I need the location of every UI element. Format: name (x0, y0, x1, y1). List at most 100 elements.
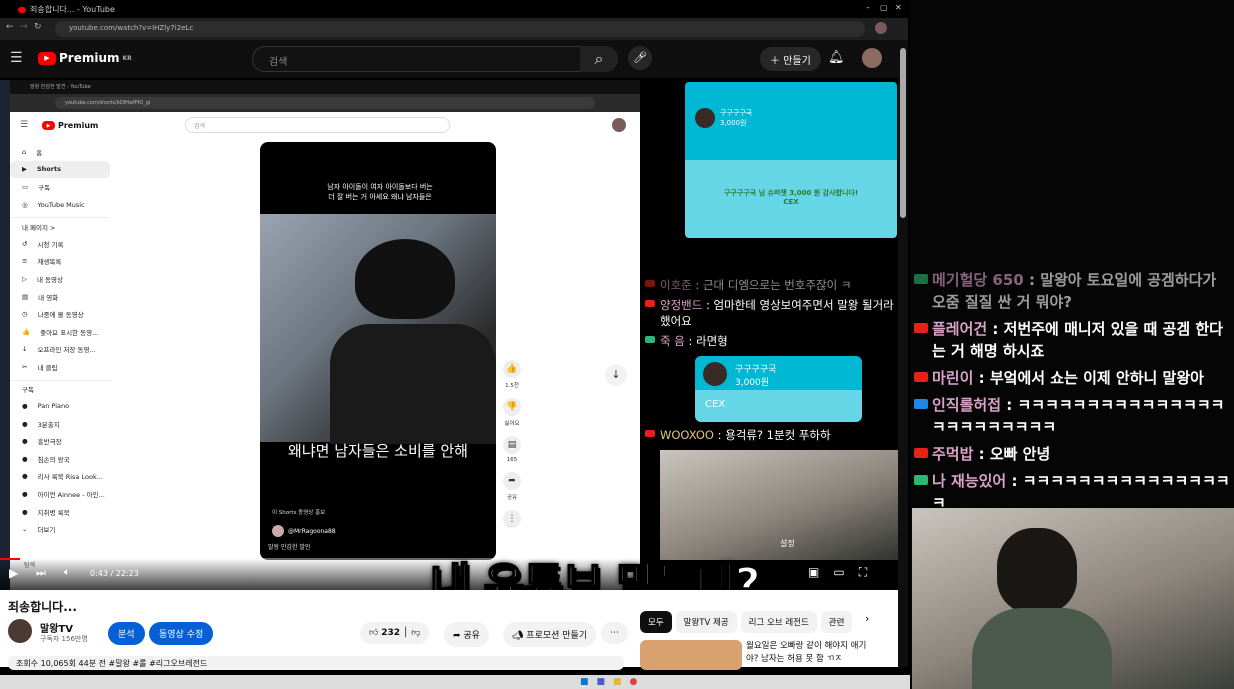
chat-badge-icon (914, 399, 928, 409)
menu-icon[interactable]: ☰ (10, 50, 23, 66)
shorts-scene (260, 214, 496, 444)
chat-message: 주먹밥 : 오빠 안녕 (910, 442, 1234, 469)
video-player[interactable]: 말왕 만감한 발견 - YouTube youtube.com/shorts/b… (0, 80, 640, 590)
shorts-video: 남자 아이돌이 여자 아이돌보다 버는 더 잘 버는 거 아세요 왜냐 남자들은… (260, 142, 496, 560)
inner-sidebar: ⌂ 홈 ▶ Shorts ▭ 구독 ◎ YouTube Music 내 페이지 > ↺ 시… (10, 143, 110, 538)
analytics-button[interactable]: 분석 (108, 622, 145, 645)
superchat-small: 구구구구국 3,000원 CEX (695, 356, 862, 422)
reload-icon[interactable]: ↻ (34, 22, 42, 32)
channel-name[interactable]: 말왕TV (40, 620, 73, 635)
video-title: 죄송합니다... (8, 600, 77, 614)
chrome-icon[interactable]: ● (630, 677, 638, 687)
chat-message: 메기헐당 650 : 말왕아 토요일에 공겜하다가 오줌 질질 싼 거 뭐야? (910, 268, 1234, 317)
shorts-promo: 이 Shorts 동영상 홍보 (272, 510, 326, 516)
browser-tab-strip: 죄송합니다... - YouTube – ▢ ✕ (0, 0, 908, 18)
chat-author: 주먹밥 (932, 445, 974, 463)
url-input[interactable]: youtube.com/watch?v=IHZly7i2eLc (55, 21, 865, 37)
superchat-avatar (695, 108, 715, 128)
chat-badge-icon (914, 448, 928, 458)
create-promotion-button[interactable]: 📣︎ 프로모션 만들기 (503, 622, 597, 647)
chat-author: 메기헐당 650 (932, 271, 1024, 289)
player-right-controls: ▣ ▭ ⛶ (808, 565, 867, 580)
youtube-header: ☰ ▶ Premium KR 검색 ⌕ 🎤︎ ＋ 만들기 🔔︎ (0, 40, 908, 78)
related-chips: 모두 말왕TV 제공 리그 오브 레전드 관련 (640, 610, 890, 633)
inner-avatar (612, 118, 626, 132)
maximize-button[interactable]: ▢ (880, 3, 888, 12)
close-window-button[interactable]: ✕ (895, 3, 902, 12)
chip[interactable]: 말왕TV 제공 (675, 611, 737, 633)
theater-icon[interactable]: ▭ (833, 565, 844, 580)
chat-author: 인직롤허접 (932, 396, 1002, 414)
share-button[interactable]: ➦ 공유 (444, 622, 489, 647)
shorts-channel: @MrRagoona88 (272, 525, 336, 537)
back-icon[interactable]: ← (6, 22, 14, 32)
video-description[interactable]: 조회수 10,065회 44분 전 #말왕 #롤 #리그오브레전드 (8, 656, 624, 670)
chat-author: 마린이 (932, 369, 974, 387)
inner-browser-tabs: 말왕 만감한 발견 - YouTube (10, 80, 640, 94)
profile-avatar[interactable] (875, 22, 887, 34)
video-info: 죄송합니다... 말왕TV 구독자 156만명 분석 동영상 수정 👍︎ 232… (0, 590, 908, 670)
next-icon[interactable]: ⏭ (36, 566, 46, 580)
play-icon[interactable]: ▶ (9, 566, 18, 580)
address-bar-row: ← → ↻ youtube.com/watch?v=IHZly7i2eLc (0, 18, 908, 40)
chip-all[interactable]: 모두 (640, 611, 672, 633)
inner-nav-music: ◎ YouTube Music (22, 200, 85, 209)
chip[interactable]: 리그 오브 레전드 (740, 611, 817, 633)
chip[interactable]: 관련 (820, 611, 853, 633)
shorts-subtitle: 왜냐면 남자들은 소비를 안해 (288, 442, 468, 460)
file-explorer-icon[interactable]: ■ (613, 677, 622, 687)
volume-icon[interactable]: 🔈︎ (64, 567, 70, 578)
chat-message: 마린이 : 부엌에서 쇼는 이제 안하니 말왕아 (910, 366, 1234, 393)
inner-menu-icon: ☰ (20, 120, 29, 130)
teams-icon[interactable]: ■ (597, 677, 606, 687)
chat-author: 플레어건 (932, 320, 988, 338)
browser-tab[interactable]: 죄송합니다... - YouTube (18, 3, 128, 16)
shorts-actions: 👍 1.5천 👎 싫어요 ▤ 165 ➦ 공유 ⋮ (501, 360, 523, 531)
youtube-logo[interactable]: ▶ Premium KR (38, 51, 132, 65)
inner-search-input: 검색 (185, 117, 450, 133)
chat-webcam: 설정 (660, 450, 900, 560)
chat-author: 나 재능있어 (932, 472, 1007, 490)
related-title[interactable]: 월요일은 오빠랑 같이 해야지 애기야? 남자는 허용 못 함 ㄲㅈ (746, 640, 870, 666)
microphone-icon[interactable]: 🎤︎ (628, 46, 652, 70)
channel-avatar[interactable] (8, 619, 32, 643)
more-actions-button[interactable]: ⋯ (601, 622, 628, 644)
edit-video-button[interactable]: 동영상 수정 (149, 622, 214, 645)
time-display: 0:43 / 22:23 (90, 569, 139, 578)
stream-chat-messages: 메기헐당 650 : 말왕아 토요일에 공겜하다가 오줌 질질 싼 거 뭐야? 플… (910, 268, 1234, 518)
inner-nav-shorts: ▶ Shorts (10, 160, 110, 179)
windows-start-icon[interactable]: ■ (580, 677, 589, 687)
related-thumbnail[interactable] (640, 640, 742, 670)
chat-message: 플레어건 : 저번주에 매니저 있을 때 공겜 한다는 거 해명 하시죠 (910, 317, 1234, 366)
minimize-button[interactable]: – (866, 3, 870, 12)
tab-title: 죄송합니다... - YouTube (30, 5, 115, 14)
inner-nav-subscriptions: ▭ 구독 (22, 182, 51, 192)
create-button[interactable]: ＋ 만들기 (760, 47, 821, 71)
taskbar: ■ ■ ■ ● (0, 675, 912, 689)
subscriber-count: 구독자 156만명 (40, 635, 88, 643)
like-dislike-button[interactable]: 👍︎ 232 │ 👎︎ (360, 622, 430, 644)
search-input[interactable]: 검색 (252, 46, 618, 72)
notifications-bell-icon[interactable]: 🔔︎ (828, 50, 845, 65)
desktop-icons-strip (0, 80, 10, 590)
shorts-top-caption: 남자 아이돌이 여자 아이돌보다 버는 더 잘 버는 거 아세요 왜냐 남자들은 (327, 183, 433, 201)
youtube-favicon (18, 6, 26, 13)
superchat-large: 구구구구국 3,000원 구구구구국 님 슈퍼챗 3,000 원 감사합니다! CE… (685, 82, 897, 238)
chat-badge-icon (914, 323, 928, 333)
chat-badge-icon (914, 475, 928, 485)
chat-overlay: 구구구구국 3,000원 구구구구국 님 슈퍼챗 3,000 원 감사합니다! CE… (640, 80, 905, 590)
search-icon[interactable]: ⌕ (580, 46, 618, 72)
account-avatar[interactable] (862, 48, 882, 68)
fullscreen-icon[interactable]: ⛶ (859, 565, 867, 580)
inner-my-page: 내 페이지 > (10, 217, 110, 235)
chat-badge-icon (914, 274, 928, 284)
inner-youtube-logo: ▶ Premium (42, 121, 98, 130)
forward-icon[interactable]: → (20, 22, 28, 32)
streamer-webcam (912, 508, 1234, 689)
scrollbar-thumb[interactable] (900, 48, 906, 218)
chevron-right-icon[interactable]: › (865, 612, 869, 625)
chat-badge-icon (914, 372, 928, 382)
chat-message: 인직롤허접 : ㅋㅋㅋㅋㅋㅋㅋㅋㅋㅋㅋㅋㅋㅋㅋㅋㅋㅋㅋㅋㅋㅋㅋㅋ (910, 393, 1234, 442)
chat-text: 부엌에서 쇼는 이제 안하니 말왕아 (989, 369, 1204, 387)
chat-text: 오빠 안녕 (989, 445, 1051, 463)
